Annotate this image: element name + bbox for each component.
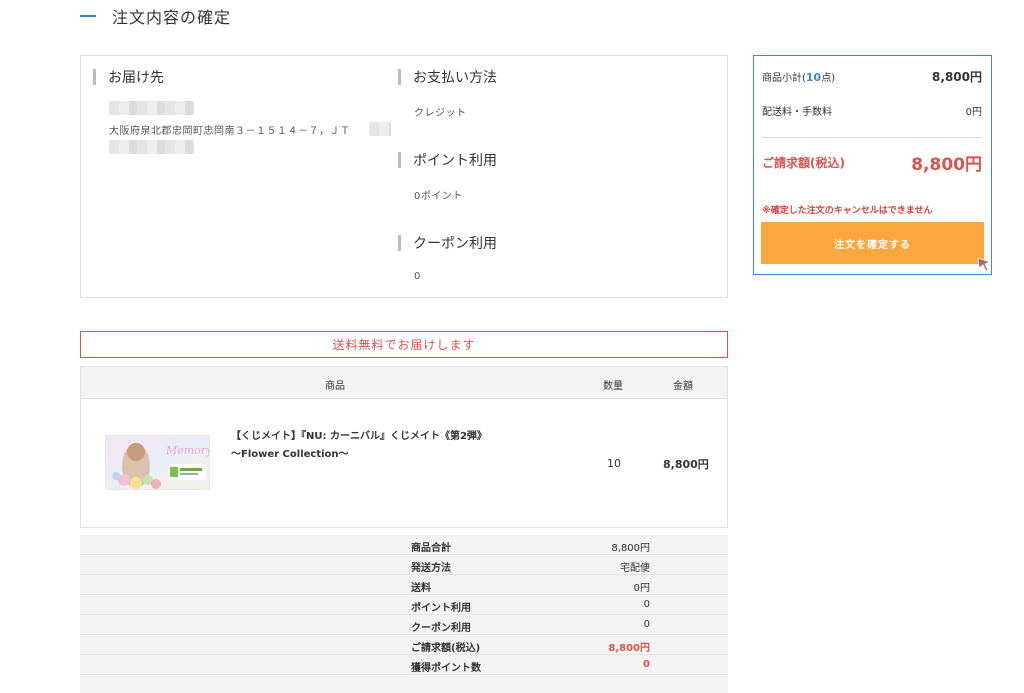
summary-total-row: ご請求額(税込) 8,800円 [762,150,982,175]
totals-label: ポイント利用 [411,603,471,614]
summary-shipping-row: 配送料・手数料 0円 [762,103,982,118]
coupon-heading: クーポン利用 [398,234,497,252]
cursor-icon [977,257,992,272]
points-heading: ポイント利用 [398,151,497,169]
payment-value: クレジット [414,108,467,119]
points-heading-label: ポイント利用 [413,153,497,169]
heading-bar [398,152,401,168]
svg-text:Memory: Memory [165,444,210,457]
coupon-value: 0 [414,271,421,282]
totals-label: クーポン利用 [411,623,471,634]
summary-shipping-label: 配送料・手数料 [762,107,832,118]
totals-label: ご請求額(税込) [411,643,481,654]
product-thumbnail[interactable]: Memory [105,435,210,490]
summary-shipping-amount: 0円 [965,107,982,118]
title-dash-decoration [80,15,96,17]
product-name[interactable]: 【くじメイト】『NU: カーニバル』くじメイト《第2弾》 ～Flower Col… [231,428,487,464]
order-info-box: お届け先 大阪府泉北郡忠岡町忠岡南３－１５１４－７，ＪＴ お支払い方法 クレジッ… [80,55,728,298]
coupon-heading-label: クーポン利用 [413,236,497,252]
delivery-heading-label: お届け先 [108,70,164,86]
summary-subtotal-label: 商品小計(10点) [762,71,836,84]
totals-label: 獲得ポイント数 [411,663,481,674]
product-image: Memory [106,436,210,489]
totals-row: 送料 0円 [80,575,728,595]
summary-subtotal-row: 商品小計(10点) 8,800円 [762,68,982,85]
payment-heading: お支払い方法 [398,68,497,86]
order-summary-panel: 商品小計(10点) 8,800円 配送料・手数料 0円 ご請求額(税込) 8,8… [753,55,992,275]
totals-row: 獲得ポイント数 0 [80,655,728,675]
product-quantity: 10 [607,457,621,470]
redacted-phone [109,140,194,154]
redacted-name [109,101,194,115]
totals-label: 発送方法 [411,563,451,574]
product-name-line1: 【くじメイト】『NU: カーニバル』くじメイト《第2弾》 [231,431,487,442]
product-table-header: 商品 数量 金額 [80,366,728,399]
summary-total-label: ご請求額(税込) [762,156,845,170]
totals-row: クーポン利用 0 [80,615,728,635]
page-title: 注文内容の確定 [112,8,232,27]
header-product: 商品 [325,381,345,392]
table-row: Memory 【くじメイト】『NU: カーニバル』くじメイト《第2弾》 ～Flo… [80,399,728,528]
order-totals: 商品合計 8,800円 発送方法 宅配便 送料 0円 ポイント利用 0 クーポン… [80,535,728,693]
points-value: 0ポイント [414,191,463,202]
header-amount: 金額 [673,381,693,392]
totals-value: 0円 [633,583,650,594]
header-quantity: 数量 [603,381,623,392]
heading-bar [398,69,401,85]
free-shipping-notice: 送料無料でお届けします [80,331,728,358]
product-name-line2: ～Flower Collection～ [231,449,349,460]
redacted-address-tail [369,122,391,136]
page-title-row: 注文内容の確定 [80,4,231,28]
totals-value: 0 [643,599,650,610]
summary-subtotal-amount: 8,800円 [932,70,982,84]
delivery-address: 大阪府泉北郡忠岡町忠岡南３－１５１４－７，ＪＴ [109,126,351,137]
totals-row: 発送方法 宅配便 [80,555,728,575]
delivery-heading: お届け先 [93,68,164,86]
heading-bar [93,69,96,85]
totals-value: 8,800円 [608,643,650,654]
payment-heading-label: お支払い方法 [413,70,497,86]
product-price: 8,800円 [663,458,709,471]
totals-value: 宅配便 [620,563,650,574]
order-confirm-page: 注文内容の確定 お届け先 大阪府泉北郡忠岡町忠岡南３－１５１４－７，ＪＴ お支払… [0,0,1024,693]
cancel-warning: ※確定した注文のキャンセルはできません [762,206,933,216]
totals-value: 0 [643,659,650,670]
heading-bar [398,235,401,251]
totals-row: ポイント利用 0 [80,595,728,615]
summary-divider [762,137,982,138]
summary-total-amount: 8,800円 [911,155,982,175]
totals-label: 商品合計 [411,543,451,554]
confirm-order-button[interactable]: 注文を確定する [761,222,984,264]
totals-row: ご請求額(税込) 8,800円 [80,635,728,655]
summary-item-count: 10 [805,71,822,84]
totals-value: 8,800円 [611,543,650,554]
totals-value: 0 [643,619,650,630]
totals-row: 商品合計 8,800円 [80,535,728,555]
totals-label: 送料 [411,583,431,594]
